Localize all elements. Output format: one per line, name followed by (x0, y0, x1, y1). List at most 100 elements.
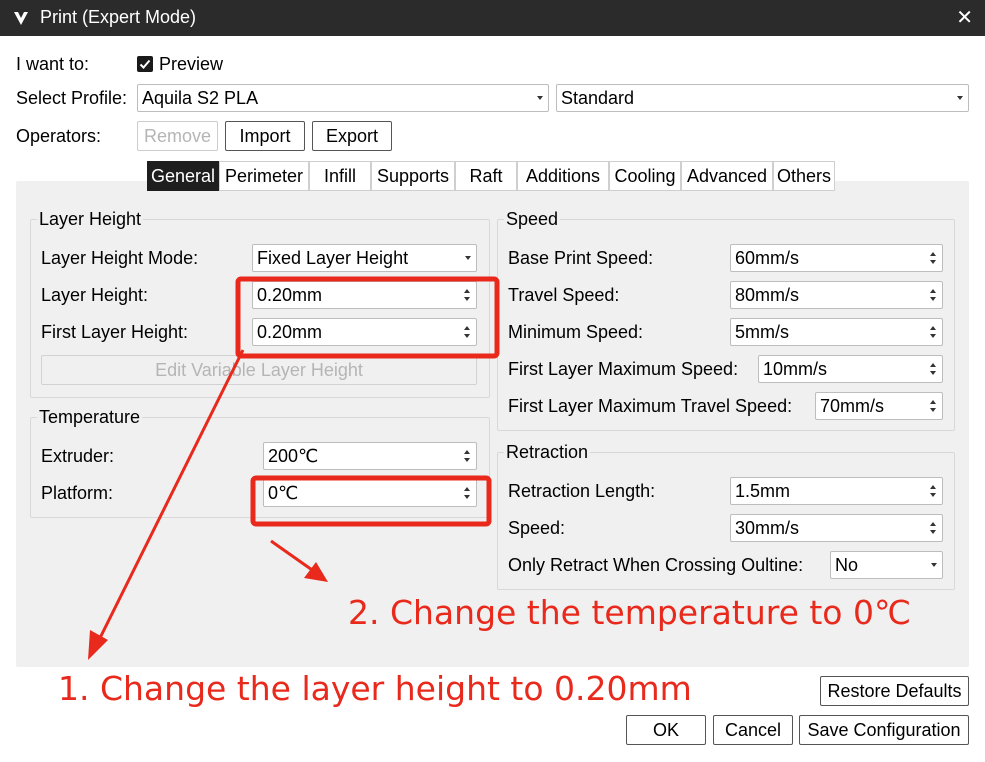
platform-temperature-input[interactable]: 0℃ (263, 479, 477, 507)
first-layer-max-travel-speed-input[interactable]: 70mm/s (815, 392, 943, 420)
spin-down-icon[interactable] (930, 260, 936, 264)
export-button[interactable]: Export (312, 121, 392, 151)
base-print-speed-value: 60mm/s (735, 248, 800, 268)
spin-down-icon[interactable] (464, 297, 470, 301)
app-logo-icon (14, 12, 28, 25)
spin-down-icon[interactable] (930, 493, 936, 497)
minimum-speed-input[interactable]: 5mm/s (730, 318, 943, 346)
first-layer-height-value: 0.20mm (257, 322, 323, 342)
retraction-length-value: 1.5mm (735, 481, 791, 501)
title-bar: Print (Expert Mode) ✕ (0, 0, 985, 36)
layer-height-mode-value: Fixed Layer Height (257, 248, 409, 268)
first-layer-height-label: First Layer Height: (41, 322, 189, 342)
spin-down-icon[interactable] (930, 371, 936, 375)
chevron-down-icon (957, 96, 963, 100)
restore-defaults-button[interactable]: Restore Defaults (820, 676, 969, 706)
tab-others[interactable]: Others (773, 161, 835, 191)
spin-up-icon[interactable] (930, 485, 936, 489)
check-icon (139, 59, 151, 69)
layer-height-label: Layer Height: (41, 285, 149, 305)
only-retract-label: Only Retract When Crossing Oultine: (508, 555, 804, 575)
ok-button[interactable]: OK (626, 715, 706, 745)
printer-profile-select[interactable]: Aquila S2 PLA (137, 84, 549, 112)
remove-button[interactable]: Remove (137, 121, 218, 151)
minimum-speed-label: Minimum Speed: (508, 322, 644, 342)
temperature-group-title: Temperature (37, 406, 143, 428)
save-configuration-button[interactable]: Save Configuration (799, 715, 969, 745)
travel-speed-value: 80mm/s (735, 285, 800, 305)
tab-supports[interactable]: Supports (371, 161, 455, 191)
travel-speed-label: Travel Speed: (508, 285, 620, 305)
close-icon[interactable]: ✕ (956, 5, 973, 30)
first-layer-height-input[interactable]: 0.20mm (252, 318, 477, 346)
first-layer-max-speed-label: First Layer Maximum Speed: (508, 359, 739, 379)
base-print-speed-label: Base Print Speed: (508, 248, 654, 268)
spin-up-icon[interactable] (930, 252, 936, 256)
spin-up-icon[interactable] (464, 450, 470, 454)
layer-height-input[interactable]: 0.20mm (252, 281, 477, 309)
spin-down-icon[interactable] (930, 530, 936, 534)
cancel-button[interactable]: Cancel (713, 715, 793, 745)
spin-up-icon[interactable] (930, 363, 936, 367)
annotation-step1: 1. Change the layer height to 0.20mm (58, 669, 692, 708)
tab-perimeter[interactable]: Perimeter (219, 161, 309, 191)
spin-up-icon[interactable] (930, 289, 936, 293)
spin-down-icon[interactable] (930, 334, 936, 338)
platform-temperature-value: 0℃ (268, 483, 299, 503)
spin-up-icon[interactable] (464, 487, 470, 491)
tab-raft[interactable]: Raft (455, 161, 517, 191)
speed-group-title: Speed (504, 208, 561, 230)
travel-speed-input[interactable]: 80mm/s (730, 281, 943, 309)
retraction-speed-input[interactable]: 30mm/s (730, 514, 943, 542)
spin-up-icon[interactable] (930, 400, 936, 404)
layer-height-mode-label: Layer Height Mode: (41, 248, 199, 268)
chevron-down-icon (931, 563, 937, 567)
spin-up-icon[interactable] (464, 326, 470, 330)
layer-height-group-title: Layer Height (37, 208, 144, 230)
tab-additions[interactable]: Additions (517, 161, 609, 191)
only-retract-select[interactable]: No (830, 551, 943, 579)
spin-up-icon[interactable] (464, 289, 470, 293)
retraction-length-label: Retraction Length: (508, 481, 656, 501)
retraction-speed-label: Speed: (508, 518, 566, 538)
base-print-speed-input[interactable]: 60mm/s (730, 244, 943, 272)
platform-label: Platform: (41, 483, 114, 503)
operators-label: Operators: (16, 126, 102, 146)
retraction-speed-value: 30mm/s (735, 518, 800, 538)
import-button[interactable]: Import (225, 121, 305, 151)
retraction-group-title: Retraction (504, 441, 591, 463)
extruder-temperature-value: 200℃ (268, 446, 319, 466)
first-layer-max-speed-value: 10mm/s (763, 359, 828, 379)
quality-profile-value: Standard (561, 88, 635, 108)
preview-checkbox[interactable] (137, 56, 153, 72)
spin-down-icon[interactable] (930, 408, 936, 412)
retraction-length-input[interactable]: 1.5mm (730, 477, 943, 505)
edit-variable-layer-height-button[interactable]: Edit Variable Layer Height (41, 355, 477, 385)
preview-label[interactable]: Preview (159, 53, 223, 75)
first-layer-max-travel-speed-label: First Layer Maximum Travel Speed: (508, 396, 793, 416)
tab-general[interactable]: General (147, 161, 219, 191)
minimum-speed-value: 5mm/s (735, 322, 789, 342)
layer-height-value: 0.20mm (257, 285, 323, 305)
spin-down-icon[interactable] (464, 458, 470, 462)
annotation-step2: 2. Change the temperature to 0℃ (348, 593, 912, 632)
chevron-down-icon (537, 96, 543, 100)
layer-height-mode-select[interactable]: Fixed Layer Height (252, 244, 477, 272)
spin-down-icon[interactable] (464, 334, 470, 338)
extruder-temperature-input[interactable]: 200℃ (263, 442, 477, 470)
spin-up-icon[interactable] (930, 522, 936, 526)
first-layer-max-speed-input[interactable]: 10mm/s (758, 355, 943, 383)
tab-infill[interactable]: Infill (309, 161, 371, 191)
spin-down-icon[interactable] (930, 297, 936, 301)
tab-cooling[interactable]: Cooling (609, 161, 681, 191)
tab-advanced[interactable]: Advanced (681, 161, 773, 191)
first-layer-max-travel-speed-value: 70mm/s (820, 396, 885, 416)
window-title: Print (Expert Mode) (40, 7, 197, 27)
extruder-label: Extruder: (41, 446, 115, 466)
quality-profile-select[interactable]: Standard (556, 84, 969, 112)
chevron-down-icon (465, 256, 471, 260)
spin-up-icon[interactable] (930, 326, 936, 330)
spin-down-icon[interactable] (464, 495, 470, 499)
want-to-label: I want to: (16, 54, 90, 74)
printer-profile-value: Aquila S2 PLA (142, 88, 259, 108)
